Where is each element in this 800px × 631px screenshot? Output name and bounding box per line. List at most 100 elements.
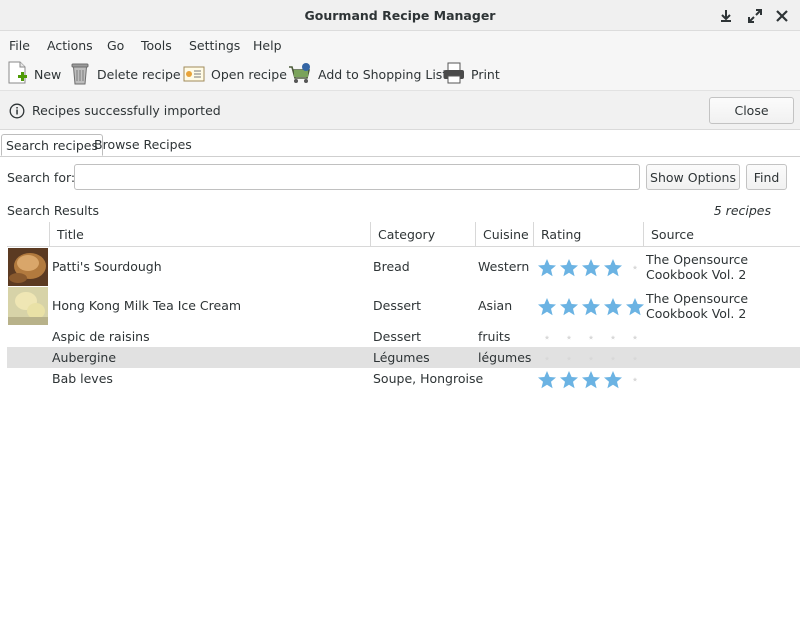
star-filled-icon xyxy=(602,257,624,277)
star-empty-icon xyxy=(602,327,624,347)
print-label: Print xyxy=(471,66,500,82)
recipe-source: The Opensource Cookbook Vol. 2 xyxy=(646,291,748,321)
rating-stars[interactable] xyxy=(536,327,646,347)
trash-icon xyxy=(69,61,91,88)
tab-browse-recipes[interactable]: Browse Recipes xyxy=(90,134,196,156)
column-header-image[interactable] xyxy=(7,222,49,247)
maximize-icon[interactable] xyxy=(745,6,765,26)
search-label: Search for: xyxy=(7,170,76,185)
star-empty-icon xyxy=(536,327,558,347)
star-empty-icon xyxy=(624,369,646,389)
rating-stars[interactable] xyxy=(536,257,646,277)
rating-stars[interactable] xyxy=(536,348,646,368)
table-row[interactable]: Bab leves Soupe, Hongroise xyxy=(7,368,800,389)
window-title: Gourmand Recipe Manager xyxy=(304,8,496,23)
table-row[interactable]: Aubergine Légumes légumes xyxy=(7,347,800,368)
toolbar: New Delete recipe Open recipe Add to Sho… xyxy=(0,58,800,90)
recipe-title: Aspic de raisins xyxy=(52,329,150,344)
recipe-cuisine: Western xyxy=(478,259,530,274)
star-filled-icon xyxy=(536,369,558,389)
recipe-category: Soupe, Hongroise xyxy=(373,371,484,386)
recipe-source-line: The Opensource xyxy=(646,252,749,267)
recipe-source: The Opensource Cookbook Vol. 2 xyxy=(646,252,748,282)
menu-settings[interactable]: Settings xyxy=(189,38,240,53)
recipe-title: Aubergine xyxy=(52,350,117,365)
recipe-card-icon xyxy=(183,61,205,88)
new-label: New xyxy=(34,66,62,82)
star-filled-icon xyxy=(602,296,624,316)
info-icon xyxy=(9,103,25,122)
star-empty-icon xyxy=(624,348,646,368)
star-filled-icon xyxy=(536,296,558,316)
delete-recipe-button[interactable]: Delete recipe xyxy=(69,62,181,86)
star-empty-icon xyxy=(624,327,646,347)
star-filled-icon xyxy=(580,369,602,389)
menu-go[interactable]: Go xyxy=(107,38,124,53)
open-recipe-label: Open recipe xyxy=(211,66,287,82)
table-row[interactable]: Patti's Sourdough Bread Western The Opensou… xyxy=(7,248,800,286)
star-empty-icon xyxy=(624,257,646,277)
add-to-shopping-list-label: Add to Shopping List xyxy=(318,66,448,82)
star-filled-icon xyxy=(558,296,580,316)
column-header-cuisine[interactable]: Cuisine xyxy=(475,222,533,247)
recipe-category: Dessert xyxy=(373,298,422,313)
star-filled-icon xyxy=(558,257,580,277)
star-filled-icon xyxy=(624,296,646,316)
recipe-title: Hong Kong Milk Tea Ice Cream xyxy=(52,298,242,313)
delete-recipe-label: Delete recipe xyxy=(97,66,181,82)
info-bar: Recipes successfully imported Close xyxy=(0,90,800,130)
show-options-button[interactable]: Show Options xyxy=(646,164,740,190)
results-table-header: Title Category Cuisine Rating Source xyxy=(7,222,800,247)
recipe-source-line: Cookbook Vol. 2 xyxy=(646,306,747,321)
recipe-title: Patti's Sourdough xyxy=(52,259,162,274)
add-to-shopping-list-button[interactable]: Add to Shopping List xyxy=(288,62,447,86)
star-empty-icon xyxy=(558,348,580,368)
column-header-title[interactable]: Title xyxy=(49,222,370,247)
recipe-title: Bab leves xyxy=(52,371,113,386)
minimize-icon[interactable] xyxy=(716,6,736,26)
search-input[interactable] xyxy=(74,164,640,190)
recipe-category: Légumes xyxy=(373,350,430,365)
search-results-label: Search Results xyxy=(7,203,100,218)
info-message: Recipes successfully imported xyxy=(32,103,221,118)
recipe-source-line: The Opensource xyxy=(646,291,749,306)
bread-thumbnail xyxy=(8,248,48,286)
new-button[interactable]: New xyxy=(6,61,62,88)
open-recipe-button[interactable]: Open recipe xyxy=(183,62,287,86)
star-empty-icon xyxy=(602,348,624,368)
tab-divider xyxy=(0,156,800,157)
recipe-cuisine: fruits xyxy=(478,329,511,344)
title-bar: Gourmand Recipe Manager xyxy=(0,0,800,31)
table-row[interactable]: Aspic de raisins Dessert fruits xyxy=(7,326,800,347)
column-header-source[interactable]: Source xyxy=(643,222,800,247)
find-button[interactable]: Find xyxy=(746,164,787,190)
star-filled-icon xyxy=(558,369,580,389)
new-document-icon xyxy=(6,61,28,88)
menu-help[interactable]: Help xyxy=(253,38,282,53)
tab-search-recipes[interactable]: Search recipes xyxy=(1,134,103,156)
recipe-cuisine: Asian xyxy=(478,298,513,313)
recipe-category: Bread xyxy=(373,259,410,274)
menu-actions[interactable]: Actions xyxy=(47,38,93,53)
menu-tools[interactable]: Tools xyxy=(141,38,172,53)
column-header-rating[interactable]: Rating xyxy=(533,222,643,247)
rating-stars[interactable] xyxy=(536,369,646,389)
star-empty-icon xyxy=(580,348,602,368)
table-row[interactable]: Hong Kong Milk Tea Ice Cream Dessert Asian… xyxy=(7,286,800,326)
rating-stars[interactable] xyxy=(536,296,646,316)
close-button[interactable]: Close xyxy=(709,97,794,124)
shopping-cart-icon xyxy=(288,61,312,88)
star-filled-icon xyxy=(602,369,624,389)
menu-bar: File Actions Go Tools Settings Help xyxy=(0,31,800,58)
star-empty-icon xyxy=(536,348,558,368)
close-icon[interactable] xyxy=(772,6,792,26)
menu-file[interactable]: File xyxy=(9,38,30,53)
star-filled-icon xyxy=(580,257,602,277)
recipe-category: Dessert xyxy=(373,329,422,344)
column-header-category[interactable]: Category xyxy=(370,222,475,247)
tab-strip: Search recipes Browse Recipes xyxy=(0,130,800,157)
star-empty-icon xyxy=(558,327,580,347)
star-empty-icon xyxy=(580,327,602,347)
print-button[interactable]: Print xyxy=(443,62,500,86)
printer-icon xyxy=(443,61,465,88)
